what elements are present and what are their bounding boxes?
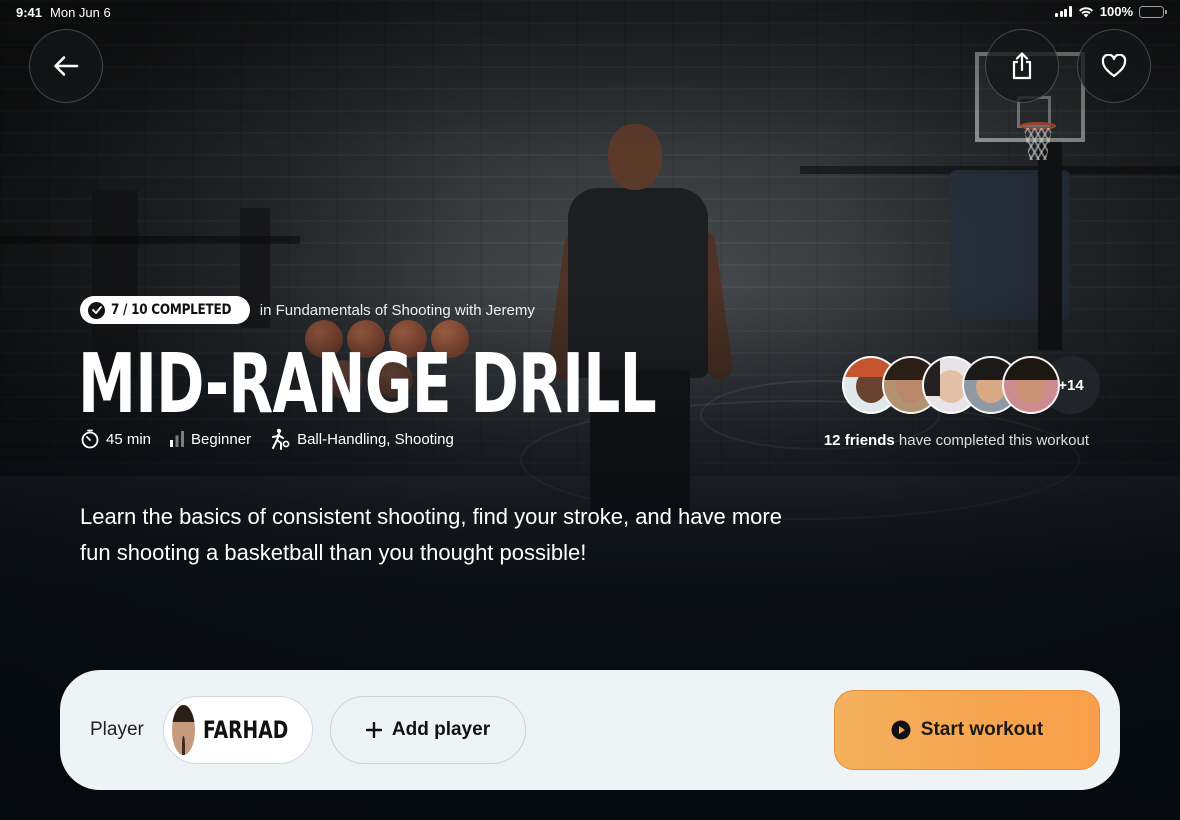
share-icon [1012, 52, 1032, 80]
cellular-signal-icon [1055, 6, 1072, 17]
duration-meta: 45 min [80, 429, 151, 449]
skills-text: Ball-Handling, Shooting [297, 430, 454, 448]
friends-count: 12 friends [823, 432, 895, 449]
wifi-icon [1078, 6, 1093, 17]
bottom-action-bar: Player FARHAD Add player Start workout [60, 670, 1120, 790]
workout-meta: 45 min Beginner Ball-Handling, Shooting [80, 428, 454, 450]
workout-title: MID-RANGE DRILL [78, 337, 657, 432]
level-text: Beginner [191, 430, 252, 448]
level-bars-icon [170, 431, 185, 447]
favorite-button[interactable] [1077, 29, 1151, 103]
completion-badge: 7 / 10 COMPLETED [80, 296, 250, 324]
skills-meta: Ball-Handling, Shooting [269, 428, 454, 450]
start-workout-label: Start workout [920, 719, 1044, 740]
friend-avatar [1002, 356, 1060, 414]
play-circle-icon [891, 720, 911, 740]
add-player-button[interactable]: Add player [330, 696, 526, 764]
status-bar: 9:41 Mon Jun 6 100% [0, 0, 1180, 24]
status-left: 9:41 Mon Jun 6 [16, 5, 111, 20]
status-date: Mon Jun 6 [50, 5, 111, 20]
plus-icon [365, 722, 382, 738]
workout-description: Learn the basics of consistent shooting,… [80, 504, 782, 565]
check-circle-icon [88, 301, 105, 319]
player-avatar [172, 705, 195, 755]
dribbling-player-icon [272, 428, 290, 450]
status-right: 100% [1055, 4, 1167, 19]
back-button[interactable] [29, 29, 103, 103]
battery-icon [1139, 5, 1167, 18]
friends-completed-text: 12 friends have completed this workout [824, 432, 1089, 449]
add-player-label: Add player [391, 719, 491, 740]
program-progress-row: 7 / 10 COMPLETED in Fundamentals of Shoo… [80, 296, 535, 324]
friend-avatars: +14 [842, 356, 1100, 414]
arrow-left-icon [54, 56, 79, 76]
level-meta: Beginner [169, 430, 251, 448]
player-name: FARHAD [202, 716, 288, 744]
friends-completed[interactable]: +14 12 friends have completed this worko… [770, 356, 1100, 456]
program-link[interactable]: in Fundamentals of Shooting with Jeremy [260, 302, 535, 319]
share-button[interactable] [985, 29, 1059, 103]
player-chip[interactable]: FARHAD [163, 696, 313, 764]
status-time: 9:41 [16, 5, 43, 20]
player-label: Player [90, 719, 144, 740]
friends-suffix: have completed this workout [894, 432, 1089, 449]
timer-icon [81, 429, 99, 449]
duration-text: 45 min [106, 430, 152, 448]
heart-icon [1101, 54, 1127, 78]
start-workout-button[interactable]: Start workout [834, 690, 1100, 770]
completion-text: 7 / 10 COMPLETED [111, 302, 232, 318]
battery-percent: 100% [1099, 4, 1133, 19]
